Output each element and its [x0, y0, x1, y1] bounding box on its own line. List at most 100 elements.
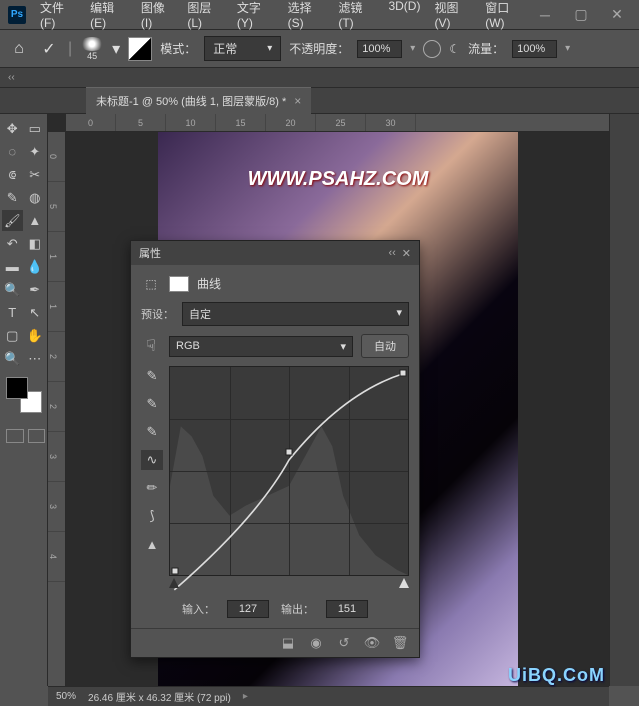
ruler-tick: 5: [116, 114, 166, 131]
toggle-visibility-icon[interactable]: ◉: [307, 635, 325, 651]
menu-file[interactable]: 文件(F): [34, 0, 82, 32]
brush-tool[interactable]: 🖌: [2, 210, 23, 231]
eyedropper-black-icon[interactable]: ✎: [141, 366, 163, 386]
menu-edit[interactable]: 编辑(E): [84, 0, 133, 32]
panel-header[interactable]: 属性 ‹‹ ✕: [131, 241, 419, 265]
menu-filter[interactable]: 滤镜(T): [332, 0, 380, 32]
brush-preview[interactable]: 45: [80, 37, 104, 61]
curve-point-highlight[interactable]: [400, 370, 407, 377]
targeted-adjust-icon[interactable]: ☟: [141, 337, 161, 355]
curve-point-shadow[interactable]: [171, 567, 178, 574]
menu-type[interactable]: 文字(Y): [231, 0, 280, 32]
preset-select[interactable]: 自定▾: [182, 302, 409, 326]
status-bar: 50% 26.46 厘米 x 46.32 厘米 (72 ppi) ▸: [48, 686, 609, 706]
curve-point-mid[interactable]: [286, 449, 293, 456]
point-curve-icon[interactable]: ∿: [141, 450, 163, 470]
tab-close-icon[interactable]: ×: [294, 94, 301, 108]
brush-tool-icon[interactable]: ✓: [38, 38, 60, 60]
stamp-tool[interactable]: ▲: [25, 210, 46, 231]
menu-layer[interactable]: 图层(L): [181, 0, 229, 32]
screen-mode-icon[interactable]: [28, 429, 46, 443]
eraser-tool[interactable]: ◧: [25, 233, 46, 254]
dodge-tool[interactable]: 🔍: [2, 279, 23, 300]
smooth-curve-icon[interactable]: ⟆: [141, 506, 163, 526]
flow-input[interactable]: 100%: [512, 40, 557, 58]
eyedropper-white-icon[interactable]: ✎: [141, 422, 163, 442]
menu-image[interactable]: 图像(I): [135, 0, 179, 32]
history-brush-tool[interactable]: ↶: [2, 233, 23, 254]
brush-dot-icon: [80, 37, 104, 51]
properties-panel: 属性 ‹‹ ✕ ⬚ 曲线 预设： 自定▾ ☟ RGB▾ 自动 ✎ ✎ ✎ ∿ ✏: [130, 240, 420, 658]
output-value[interactable]: 151: [326, 600, 368, 618]
pencil-curve-icon[interactable]: ✏: [141, 478, 163, 498]
foreground-swatch[interactable]: [6, 377, 28, 399]
panel-close-icon[interactable]: ✕: [402, 247, 411, 260]
color-swatches[interactable]: [2, 377, 44, 419]
preset-label: 预设：: [141, 306, 174, 322]
reset-icon[interactable]: ↺: [335, 635, 353, 651]
adjustment-label: 曲线: [197, 275, 221, 292]
home-icon[interactable]: ⌂: [8, 38, 30, 60]
ruler-tick: 20: [266, 114, 316, 131]
menu-window[interactable]: 窗口(W): [479, 0, 531, 32]
document-tab-title: 未标题-1 @ 50% (曲线 1, 图层蒙版/8) *: [96, 93, 286, 109]
panel-footer: ⬓ ◉ ↺ 👁 🗑: [131, 628, 419, 657]
input-value[interactable]: 127: [227, 600, 269, 618]
doc-info: 26.46 厘米 x 46.32 厘米 (72 ppi): [88, 689, 231, 704]
delete-icon[interactable]: 🗑: [391, 635, 409, 651]
clip-warning-icon[interactable]: ▲: [141, 534, 163, 554]
blur-tool[interactable]: 💧: [25, 256, 46, 277]
opacity-input[interactable]: 100%: [357, 40, 402, 58]
slice-tool[interactable]: ✂: [25, 164, 46, 185]
quick-mask-icon[interactable]: [6, 429, 24, 443]
panel-title: 属性: [139, 245, 161, 261]
ruler-tick: 2: [48, 332, 65, 382]
channel-select[interactable]: RGB▾: [169, 336, 353, 357]
blend-mode-select[interactable]: 正常: [204, 36, 281, 61]
input-slider[interactable]: [169, 578, 409, 594]
layer-mask-icon[interactable]: [169, 276, 189, 292]
menu-3d[interactable]: 3D(D): [382, 0, 426, 32]
marquee-tool[interactable]: ▭: [25, 118, 46, 139]
menu-view[interactable]: 视图(V): [428, 0, 477, 32]
ruler-horizontal: 0 5 10 15 20 25 30: [66, 114, 609, 132]
visibility-icon[interactable]: 👁: [363, 635, 381, 651]
zoom-tool[interactable]: 🔍: [2, 348, 23, 369]
patch-tool[interactable]: ◍: [25, 187, 46, 208]
black-point-handle[interactable]: [169, 578, 179, 588]
panel-menu-icon[interactable]: ‹‹: [388, 247, 395, 260]
document-tab[interactable]: 未标题-1 @ 50% (曲线 1, 图层蒙版/8) * ×: [86, 87, 311, 114]
eyedropper-gray-icon[interactable]: ✎: [141, 394, 163, 414]
white-point-handle[interactable]: [399, 578, 409, 588]
path-tool[interactable]: ↖: [25, 302, 46, 323]
ruler-vertical: 0 5 1 1 2 2 3 3 4: [48, 132, 66, 686]
gradient-tool[interactable]: ▬: [2, 256, 23, 277]
wand-tool[interactable]: ✦: [25, 141, 46, 162]
panel-collapse-bar[interactable]: ‹‹: [0, 68, 639, 88]
zoom-level[interactable]: 50%: [56, 691, 76, 702]
curves-graph[interactable]: [169, 366, 409, 576]
pressure-icon[interactable]: [423, 40, 441, 58]
auto-button[interactable]: 自动: [361, 334, 409, 358]
type-tool[interactable]: T: [2, 302, 23, 323]
close-button[interactable]: ✕: [603, 5, 631, 25]
move-tool[interactable]: ✥: [2, 118, 23, 139]
lasso-tool[interactable]: ◌: [2, 141, 23, 162]
minimize-button[interactable]: ─: [531, 5, 559, 25]
maximize-button[interactable]: ▢: [567, 5, 595, 25]
menu-select[interactable]: 选择(S): [282, 0, 331, 32]
mask-icon[interactable]: [128, 37, 152, 61]
ruler-tick: 3: [48, 432, 65, 482]
hand-tool[interactable]: ✋: [25, 325, 46, 346]
eyedropper-tool[interactable]: ✎: [2, 187, 23, 208]
toolbar: ✥▭ ◌✦ ⟃✂ ✎◍ 🖌▲ ↶◧ ▬💧 🔍✒ T↖ ▢✋ 🔍⋯: [0, 114, 48, 686]
app-logo: Ps: [8, 6, 26, 24]
flow-label: 流量：: [468, 40, 504, 57]
right-panel-collapsed[interactable]: [609, 114, 639, 686]
edit-toolbar[interactable]: ⋯: [25, 348, 46, 369]
document-tabs: 未标题-1 @ 50% (曲线 1, 图层蒙版/8) * ×: [0, 88, 639, 114]
shape-tool[interactable]: ▢: [2, 325, 23, 346]
crop-tool[interactable]: ⟃: [2, 164, 23, 185]
clip-to-layer-icon[interactable]: ⬓: [279, 635, 297, 651]
pen-tool[interactable]: ✒: [25, 279, 46, 300]
